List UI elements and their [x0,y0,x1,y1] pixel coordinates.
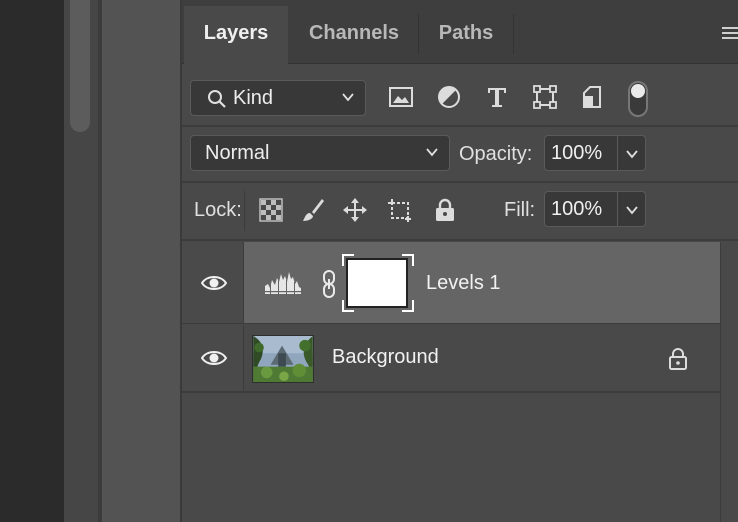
search-icon [208,90,226,108]
lock-image-pixels-icon[interactable] [300,197,326,223]
layer-name[interactable]: Levels 1 [426,272,501,295]
image-filter-icon[interactable] [388,84,414,110]
filter-row: Kind [182,65,738,127]
link-icon[interactable] [322,269,336,299]
fill-dropdown-button[interactable] [618,191,646,227]
tab-paths[interactable]: Paths [419,6,513,64]
eye-icon[interactable] [200,348,228,368]
blend-mode-dropdown[interactable]: Normal [190,135,450,171]
filter-kind-dropdown[interactable]: Kind [190,80,366,116]
lock-position-icon[interactable] [342,197,368,223]
filter-toggle[interactable] [628,81,648,117]
layer-name[interactable]: Background [332,346,439,369]
toggle-knob [631,84,645,98]
panel-menu-icon[interactable] [720,26,738,40]
layer-row-levels-1[interactable]: Levels 1 [182,242,720,324]
mask-selection-corner [342,300,354,312]
adjustment-filter-icon[interactable] [436,84,462,110]
chevron-down-icon [342,93,354,102]
layer-thumbnail-image[interactable] [252,335,314,383]
layer-lock-icon[interactable] [668,347,688,371]
layers-scrollbar-track[interactable] [720,242,738,522]
canvas-gap [102,0,180,522]
vertical-scrollbar-thumb[interactable] [70,0,90,132]
tab-separator [513,14,514,54]
lock-transparent-pixels-icon[interactable] [258,197,284,223]
lock-all-icon[interactable] [432,197,458,223]
chevron-down-icon [626,206,638,215]
type-filter-icon[interactable] [484,84,510,110]
tab-layers[interactable]: Layers [184,6,288,64]
mask-selection-corner [342,254,354,266]
panel-tab-bar: Layers Channels Paths [182,0,738,64]
shape-filter-icon[interactable] [532,84,558,110]
blend-mode-label: Normal [205,142,270,164]
layer-mask-thumbnail[interactable] [346,258,408,308]
opacity-input[interactable]: 100% [544,135,618,171]
layer-row-background[interactable]: Background [182,325,720,393]
filter-kind-label: Kind [233,87,274,109]
mask-selection-corner [402,254,414,266]
eye-icon[interactable] [200,273,228,293]
fill-label: Fill: [504,199,536,221]
lock-separator [244,191,245,231]
lock-artboard-icon[interactable] [386,197,412,223]
left-dark-area [0,0,64,522]
levels-histogram-icon [265,272,301,294]
fill-input[interactable]: 100% [544,191,618,227]
layers-panel: Layers Channels Paths Kind Normal Opacit… [180,0,738,522]
lock-label: Lock: [194,199,242,221]
opacity-label: Opacity: [459,143,533,165]
smart-object-filter-icon[interactable] [580,84,606,110]
chevron-down-icon [426,148,438,157]
lock-row: Lock: Fill: 100% [182,183,738,241]
blend-row: Normal Opacity: 100% [182,127,738,183]
chevron-down-icon [626,150,638,159]
tab-channels[interactable]: Channels [290,6,418,64]
visibility-column [182,242,244,323]
layers-empty-area [182,393,738,522]
opacity-dropdown-button[interactable] [618,135,646,171]
visibility-column [182,325,244,391]
mask-selection-corner [402,300,414,312]
